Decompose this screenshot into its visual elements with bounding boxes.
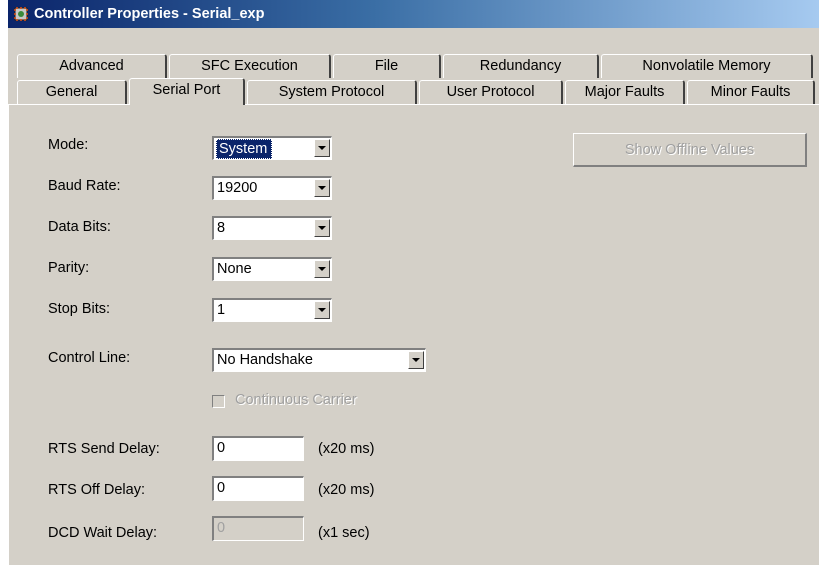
- rts-send-delay-unit: (x20 ms): [318, 441, 375, 457]
- continuous-carrier-checkbox[interactable]: [212, 395, 225, 408]
- data-bits-value: 8: [217, 220, 226, 236]
- baud-rate-select[interactable]: 19200: [212, 176, 332, 200]
- tab-nonvolatile-memory[interactable]: Nonvolatile Memory: [601, 54, 813, 78]
- tab-major-faults[interactable]: Major Faults: [565, 80, 685, 104]
- rts-send-delay-input[interactable]: 0: [212, 436, 304, 461]
- tab-user-protocol[interactable]: User Protocol: [419, 80, 563, 104]
- chevron-down-icon[interactable]: [314, 260, 330, 278]
- serial-port-panel: Mode: System Show Offline Values Baud Ra…: [8, 104, 819, 565]
- tab-file[interactable]: File: [333, 54, 441, 78]
- chevron-down-icon[interactable]: [314, 139, 330, 157]
- stop-bits-select[interactable]: 1: [212, 298, 332, 322]
- mode-label: Mode:: [48, 137, 89, 153]
- parity-value: None: [217, 261, 252, 277]
- mode-select[interactable]: System: [212, 136, 332, 160]
- chevron-down-icon[interactable]: [314, 179, 330, 197]
- chevron-down-icon[interactable]: [408, 351, 424, 369]
- tab-serial-port[interactable]: Serial Port: [129, 78, 245, 105]
- window-title: Controller Properties - Serial_exp: [34, 6, 265, 22]
- baud-rate-label: Baud Rate:: [48, 178, 121, 194]
- tab-advanced[interactable]: Advanced: [17, 54, 167, 78]
- tab-sfc-execution[interactable]: SFC Execution: [169, 54, 331, 78]
- data-bits-select[interactable]: 8: [212, 216, 332, 240]
- chevron-down-icon[interactable]: [314, 301, 330, 319]
- show-offline-values-button[interactable]: Show Offline Values: [573, 133, 807, 167]
- rts-send-delay-label: RTS Send Delay:: [48, 441, 160, 457]
- rts-off-delay-label: RTS Off Delay:: [48, 482, 145, 498]
- parity-select[interactable]: None: [212, 257, 332, 281]
- dcd-wait-delay-label: DCD Wait Delay:: [48, 525, 158, 541]
- control-line-value: No Handshake: [217, 352, 313, 368]
- continuous-carrier-label: Continuous Carrier: [235, 392, 357, 408]
- controller-properties-window: Controller Properties - Serial_exp Advan…: [8, 0, 819, 565]
- rts-off-delay-input[interactable]: 0: [212, 476, 304, 501]
- dcd-wait-delay-input[interactable]: 0: [212, 516, 304, 541]
- tab-general[interactable]: General: [17, 80, 127, 104]
- data-bits-label: Data Bits:: [48, 219, 111, 235]
- rts-off-delay-unit: (x20 ms): [318, 482, 375, 498]
- parity-label: Parity:: [48, 260, 90, 276]
- controller-properties-icon: [12, 5, 30, 23]
- control-line-select[interactable]: No Handshake: [212, 348, 426, 372]
- dcd-wait-delay-unit: (x1 sec): [318, 525, 370, 541]
- title-bar[interactable]: Controller Properties - Serial_exp: [8, 0, 819, 28]
- control-line-label: Control Line:: [48, 350, 131, 366]
- stop-bits-label: Stop Bits:: [48, 301, 111, 317]
- mode-value: System: [216, 139, 273, 159]
- tab-redundancy[interactable]: Redundancy: [443, 54, 599, 78]
- chevron-down-icon[interactable]: [314, 219, 330, 237]
- baud-rate-value: 19200: [217, 180, 258, 196]
- tab-minor-faults[interactable]: Minor Faults: [687, 80, 815, 104]
- tab-system-protocol[interactable]: System Protocol: [247, 80, 417, 104]
- stop-bits-value: 1: [217, 302, 226, 318]
